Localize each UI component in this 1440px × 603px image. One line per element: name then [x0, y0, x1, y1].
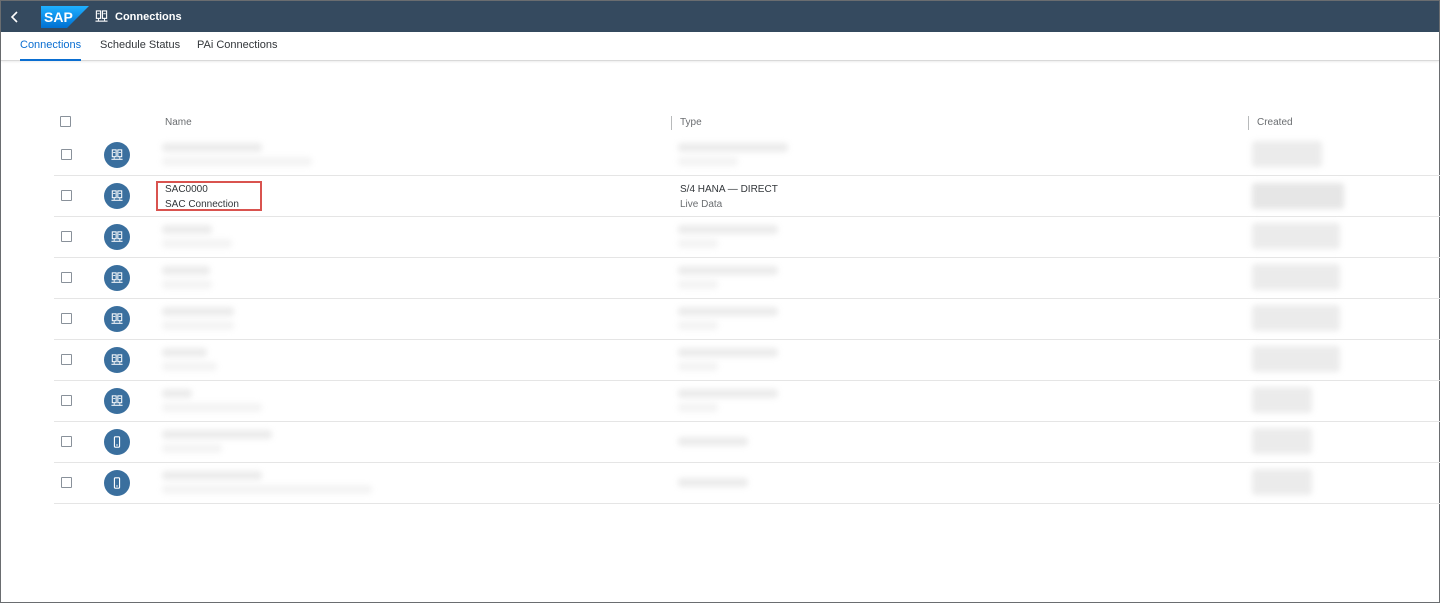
app-title: Connections [115, 10, 182, 23]
chevron-left-icon [10, 10, 18, 23]
redacted-description [162, 157, 312, 166]
select-all-checkbox[interactable] [60, 116, 71, 127]
redacted-name [162, 307, 234, 316]
connection-icon [104, 388, 130, 414]
redacted-created [1252, 305, 1340, 331]
redacted-name [162, 225, 212, 234]
redacted-description [162, 239, 232, 248]
table-row[interactable] [54, 422, 1440, 463]
table-row[interactable] [54, 258, 1440, 299]
redacted-type-detail [678, 321, 718, 330]
redacted-created [1252, 469, 1312, 495]
tab-bar: Connections Schedule Status PAi Connecti… [1, 32, 1439, 61]
sap-logo-text: SAP [44, 9, 73, 25]
redacted-created [1252, 346, 1340, 372]
redacted-type-detail [678, 362, 718, 371]
redacted-description [162, 362, 217, 371]
redacted-type [678, 307, 778, 316]
connection-icon [104, 142, 130, 168]
row-checkbox[interactable] [61, 190, 72, 201]
tab-connections[interactable]: Connections [20, 32, 82, 61]
row-checkbox[interactable] [61, 313, 72, 324]
redacted-created [1252, 223, 1340, 249]
row-checkbox[interactable] [61, 231, 72, 242]
column-header-created[interactable]: Created [1257, 117, 1293, 128]
connection-icon [104, 183, 130, 209]
redacted-created [1252, 264, 1340, 290]
redacted-name [162, 471, 262, 480]
redacted-type [678, 143, 788, 152]
redacted-description [162, 403, 262, 412]
table-row[interactable] [54, 463, 1440, 504]
mobile-icon [104, 470, 130, 496]
row-checkbox[interactable] [61, 477, 72, 488]
redacted-type [678, 225, 778, 234]
redacted-created [1252, 387, 1312, 413]
redacted-type [678, 389, 778, 398]
redacted-created [1252, 183, 1344, 209]
redacted-description [162, 444, 222, 453]
table-row[interactable] [54, 135, 1440, 176]
redacted-type-detail [678, 403, 718, 412]
sap-logo[interactable]: SAP [41, 5, 89, 28]
row-checkbox[interactable] [61, 354, 72, 365]
row-checkbox[interactable] [61, 272, 72, 283]
table-row[interactable] [54, 340, 1440, 381]
table-row[interactable] [54, 299, 1440, 340]
redacted-name [162, 348, 207, 357]
row-checkbox[interactable] [61, 436, 72, 447]
highlight-box [156, 181, 262, 211]
shell-bar: SAP Connections [1, 1, 1439, 32]
redacted-created [1252, 141, 1322, 167]
table-row[interactable]: SAC0000 SAC Connection S/4 HANA — DIRECT… [54, 176, 1440, 217]
table-row[interactable] [54, 217, 1440, 258]
back-button[interactable] [1, 1, 29, 32]
column-header-type[interactable]: Type [680, 117, 702, 128]
column-header-name[interactable]: Name [165, 117, 192, 128]
row-checkbox[interactable] [61, 149, 72, 160]
connection-icon [104, 306, 130, 332]
column-separator[interactable] [671, 116, 672, 130]
redacted-type [678, 478, 748, 487]
table-header: Name Type Created [54, 108, 1440, 136]
redacted-name [162, 430, 272, 439]
redacted-type [678, 266, 778, 275]
redacted-description [162, 485, 372, 494]
connection-icon [104, 265, 130, 291]
redacted-name [162, 143, 262, 152]
connection-type-detail: Live Data [680, 199, 723, 210]
redacted-name [162, 266, 210, 275]
redacted-type-detail [678, 157, 738, 166]
connection-icon [104, 224, 130, 250]
connection-icon [95, 10, 109, 24]
redacted-type-detail [678, 280, 718, 289]
redacted-name [162, 389, 192, 398]
tab-pai-connections[interactable]: PAi Connections [197, 32, 278, 61]
row-checkbox[interactable] [61, 395, 72, 406]
redacted-type [678, 348, 778, 357]
column-separator[interactable] [1248, 116, 1249, 130]
table-row[interactable] [54, 381, 1440, 422]
tab-schedule-status[interactable]: Schedule Status [100, 32, 180, 61]
connection-type: S/4 HANA — DIRECT [680, 184, 778, 195]
redacted-type-detail [678, 239, 718, 248]
redacted-created [1252, 428, 1312, 454]
redacted-description [162, 321, 234, 330]
connection-icon [104, 347, 130, 373]
mobile-icon [104, 429, 130, 455]
redacted-description [162, 280, 212, 289]
redacted-type [678, 437, 748, 446]
